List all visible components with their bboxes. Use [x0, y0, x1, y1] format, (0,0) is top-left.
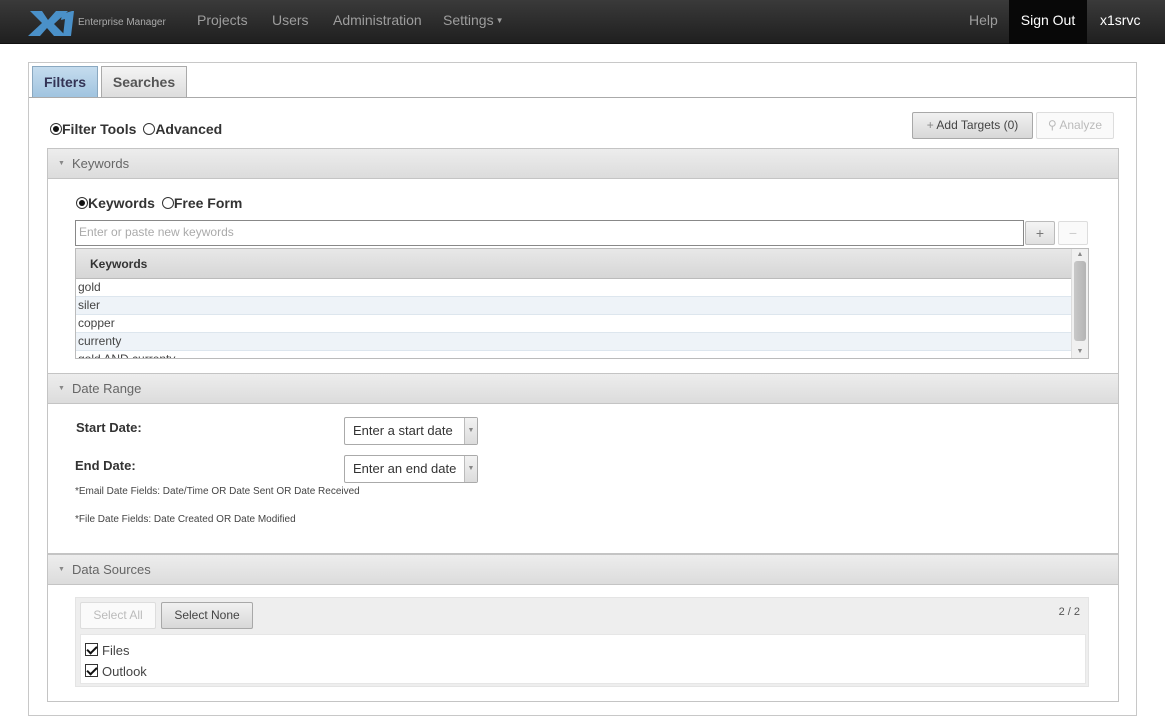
- keywords-column-header[interactable]: Keywords: [76, 249, 1072, 279]
- data-sources-section-title: Data Sources: [72, 562, 151, 577]
- filter-tools-label: Filter Tools: [62, 121, 137, 137]
- keyword-input[interactable]: Enter or paste new keywords: [75, 220, 1024, 246]
- outlook-checkbox[interactable]: [85, 664, 98, 677]
- add-targets-label: Add Targets (0): [936, 118, 1019, 132]
- files-label: Files: [102, 643, 130, 658]
- end-date-value: Enter an end date: [353, 461, 457, 476]
- filter-tools-radio[interactable]: [50, 123, 62, 135]
- keywords-table: Keywords gold siler copper currenty gold…: [75, 248, 1089, 359]
- caret-down-icon: ▼: [495, 16, 504, 26]
- tab-divider: [29, 97, 1136, 98]
- table-row[interactable]: copper: [76, 315, 1072, 333]
- analyze-label: Analyze: [1059, 118, 1103, 132]
- data-sources-box: Select All Select None 2 / 2 Files Outlo…: [75, 597, 1089, 687]
- date-range-section-body: [47, 404, 1119, 554]
- date-range-section-title: Date Range: [72, 381, 142, 396]
- free-form-radio[interactable]: [161, 197, 174, 209]
- lightbulb-icon: ⚲: [1047, 118, 1057, 132]
- tab-filters[interactable]: Filters: [32, 66, 98, 98]
- analyze-button[interactable]: ⚲ Analyze: [1036, 112, 1114, 139]
- advanced-label: Advanced: [155, 121, 223, 137]
- top-navbar: Enterprise Manager Projects Users Admini…: [0, 0, 1165, 44]
- select-none-button[interactable]: Select None: [161, 602, 253, 629]
- keywords-radio-label: Keywords: [88, 195, 155, 211]
- mode-radio-group: Filter Tools Advanced: [50, 121, 222, 137]
- keyword-mode-radio-group: Keywords Free Form: [76, 195, 242, 211]
- add-keyword-button[interactable]: +: [1025, 221, 1055, 245]
- scroll-down-icon[interactable]: ▼: [1072, 346, 1088, 358]
- plus-icon: +: [926, 118, 934, 132]
- x1-logo-icon[interactable]: [28, 8, 76, 38]
- table-row[interactable]: gold: [76, 279, 1072, 297]
- scroll-thumb[interactable]: [1074, 261, 1086, 341]
- dropdown-arrow-icon[interactable]: ▼: [464, 418, 477, 444]
- select-all-button[interactable]: Select All: [80, 602, 156, 629]
- nav-settings-label: Settings: [443, 12, 494, 28]
- advanced-radio[interactable]: [143, 123, 156, 135]
- table-row[interactable]: gold AND currenty: [76, 351, 1072, 358]
- table-row[interactable]: currenty: [76, 333, 1072, 351]
- email-date-note: *Email Date Fields: Date/Time OR Date Se…: [75, 486, 360, 497]
- start-date-label: Start Date:: [76, 420, 142, 435]
- sign-out-button[interactable]: Sign Out: [1009, 0, 1087, 44]
- file-date-note: *File Date Fields: Date Created OR Date …: [75, 514, 296, 525]
- nav-help[interactable]: Help: [969, 0, 998, 44]
- end-date-picker[interactable]: Enter an end date ▼: [344, 455, 478, 483]
- collapse-triangle-icon: ▼: [58, 566, 65, 573]
- dropdown-arrow-icon[interactable]: ▼: [464, 456, 477, 482]
- remove-keyword-button[interactable]: −: [1058, 221, 1088, 245]
- files-checkbox[interactable]: [85, 643, 98, 656]
- date-range-section-header[interactable]: ▼ Date Range: [47, 373, 1119, 404]
- collapse-triangle-icon: ▼: [58, 160, 65, 167]
- keywords-section-title: Keywords: [72, 156, 130, 171]
- nav-settings[interactable]: Settings ▼: [443, 0, 504, 44]
- table-row[interactable]: siler: [76, 297, 1072, 315]
- user-menu[interactable]: x1srvc: [1100, 0, 1140, 44]
- start-date-value: Enter a start date: [353, 423, 453, 438]
- nav-projects[interactable]: Projects: [197, 0, 248, 44]
- free-form-label: Free Form: [173, 195, 243, 211]
- app-name: Enterprise Manager: [78, 17, 166, 28]
- add-targets-button[interactable]: + Add Targets (0): [912, 112, 1033, 139]
- keywords-radio[interactable]: [76, 197, 88, 209]
- nav-users[interactable]: Users: [272, 0, 309, 44]
- source-count: 2 / 2: [1058, 606, 1080, 618]
- end-date-label: End Date:: [75, 458, 136, 473]
- table-scrollbar[interactable]: ▲ ▼: [1071, 249, 1088, 358]
- start-date-picker[interactable]: Enter a start date ▼: [344, 417, 478, 445]
- filters-panel: Filters Searches Filter Tools Advanced +…: [28, 62, 1137, 716]
- outlook-label: Outlook: [102, 664, 147, 679]
- nav-administration[interactable]: Administration: [333, 0, 422, 44]
- collapse-triangle-icon: ▼: [58, 385, 65, 392]
- keywords-section-header[interactable]: ▼ Keywords: [47, 148, 1119, 179]
- data-sources-list: Files Outlook: [80, 634, 1086, 684]
- list-item[interactable]: Files: [85, 643, 129, 658]
- tab-searches[interactable]: Searches: [101, 66, 187, 98]
- data-sources-section-header[interactable]: ▼ Data Sources: [47, 554, 1119, 585]
- list-item[interactable]: Outlook: [85, 664, 147, 679]
- scroll-up-icon[interactable]: ▲: [1072, 249, 1088, 261]
